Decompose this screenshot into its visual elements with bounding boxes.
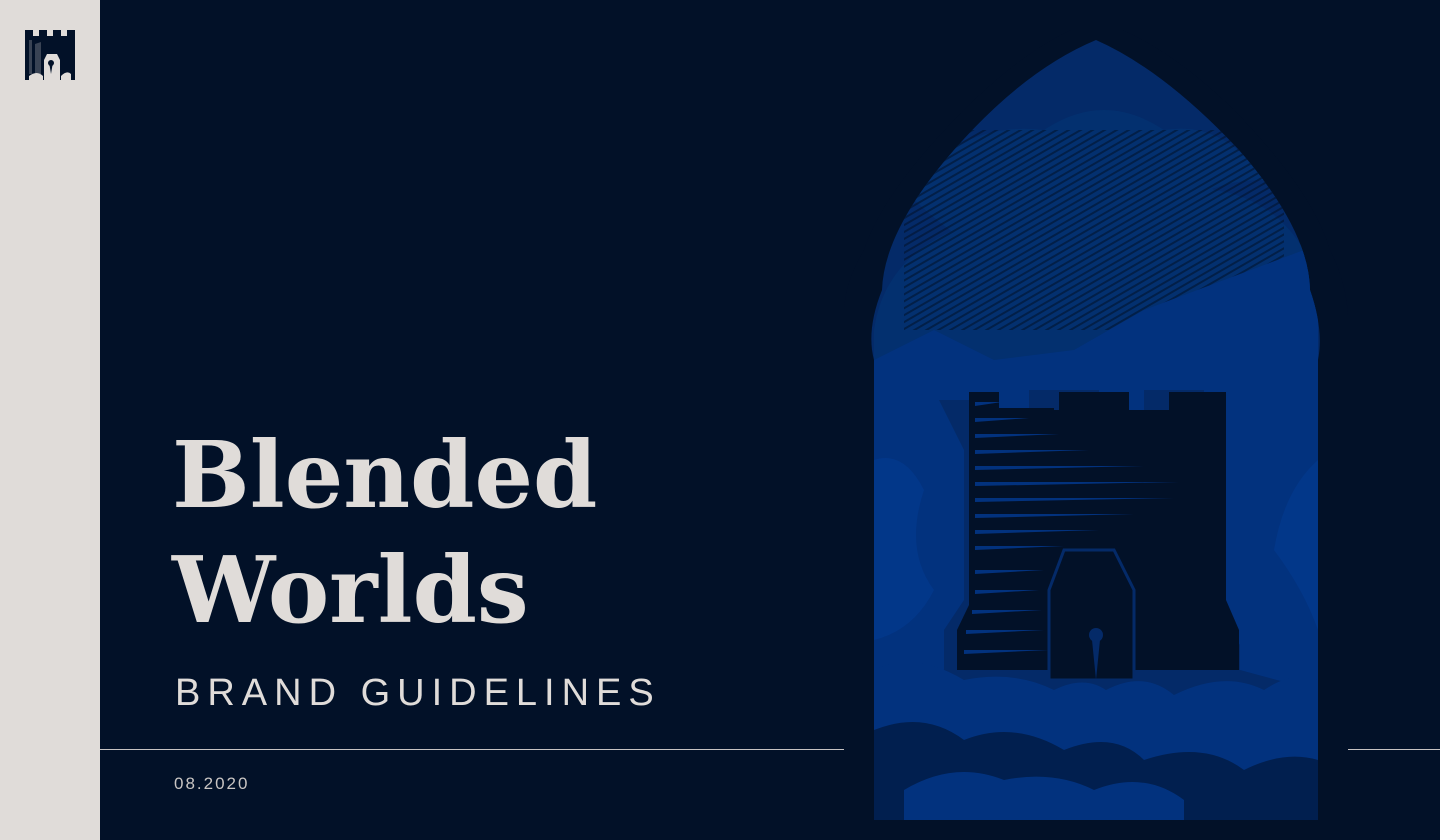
title-line-2: Worlds bbox=[172, 536, 529, 644]
sidebar bbox=[0, 0, 100, 840]
subtitle: BRAND GUIDELINES bbox=[175, 672, 661, 714]
cover-page: Blended Worlds BRAND GUIDELINES 08.2020 bbox=[0, 0, 1440, 840]
divider-right bbox=[1348, 749, 1440, 750]
title-line-1: Blended bbox=[172, 421, 598, 529]
divider-left bbox=[100, 749, 844, 750]
date-label: 08.2020 bbox=[174, 774, 250, 793]
castle-tower-logo-icon bbox=[25, 30, 75, 80]
page-title: Blended Worlds bbox=[172, 418, 597, 648]
castle-tower-arch-illustration bbox=[844, 30, 1348, 820]
